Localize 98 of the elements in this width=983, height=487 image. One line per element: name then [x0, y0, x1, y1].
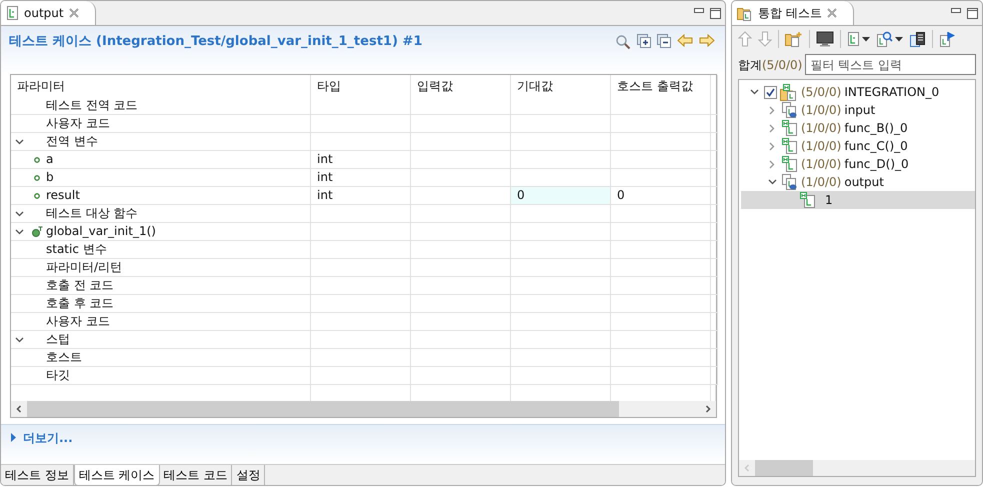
tree-row[interactable]: 테스트 대상 함수 — [11, 205, 311, 223]
tree-row[interactable]: 사용자 코드 — [11, 313, 311, 331]
expand-all-icon[interactable] — [637, 34, 651, 48]
monitor-button[interactable] — [816, 31, 834, 47]
up-arrow-icon — [738, 31, 752, 47]
column-header[interactable]: 파라미터 — [11, 75, 311, 97]
close-icon[interactable] — [68, 8, 79, 18]
maximize-icon[interactable] — [710, 8, 721, 18]
variable-icon — [34, 192, 40, 198]
chevron-down-icon[interactable] — [14, 210, 24, 216]
tree-row[interactable]: 호스트 — [11, 349, 311, 367]
run-button[interactable] — [939, 31, 956, 47]
chevron-down-icon[interactable] — [14, 336, 24, 342]
chevron-right-icon[interactable] — [769, 124, 775, 132]
variable-icon — [34, 174, 40, 180]
chevron-down-icon[interactable] — [768, 179, 776, 185]
tree-item[interactable]: (1/0/0) func_C()_0 — [741, 137, 975, 155]
variable-icon — [34, 156, 40, 162]
more-link[interactable]: 더보기... — [23, 429, 73, 447]
tree-item[interactable]: (5/0/0) INTEGRATION_0 — [741, 83, 975, 101]
tree-row[interactable]: static 변수 — [11, 241, 311, 259]
tree-row[interactable]: global_var_init_1() — [11, 223, 311, 241]
tree-item[interactable]: (1/0/0) func_D()_0 — [741, 155, 975, 173]
triangle-right-icon[interactable] — [11, 433, 17, 442]
tree-row[interactable]: 호출 후 코드 — [11, 295, 311, 313]
chevron-down-icon[interactable] — [14, 228, 24, 234]
chevron-right-icon[interactable] — [769, 160, 775, 168]
tree-item[interactable]: (1/0/0) func_B()_0 — [741, 119, 975, 137]
new-folder-button[interactable] — [785, 31, 803, 47]
tree-item[interactable]: (1/0/0) output — [741, 173, 975, 191]
maximize-icon[interactable] — [967, 8, 978, 18]
function-icon — [30, 226, 42, 237]
list-button[interactable] — [909, 31, 926, 47]
column-header[interactable]: 타입 — [311, 75, 411, 97]
tree-item[interactable]: (1/0/0) input — [741, 101, 975, 119]
table-cell: int — [311, 187, 411, 205]
folder-icon — [737, 5, 753, 21]
document-search-icon — [876, 31, 893, 47]
back-arrow-icon[interactable] — [677, 34, 693, 47]
filter-field[interactable]: 필터 텍스트 입력 — [805, 54, 976, 75]
test-case-icon — [800, 192, 816, 208]
scroll-thumb[interactable] — [27, 401, 619, 417]
document-stack-icon — [782, 156, 798, 172]
chevron-right-icon[interactable] — [769, 142, 775, 150]
file-menu-button[interactable] — [847, 31, 870, 47]
tree-row[interactable]: 호출 전 코드 — [11, 277, 311, 295]
chevron-right-icon[interactable] — [769, 106, 775, 114]
document-stack-icon — [782, 174, 798, 190]
view-tab[interactable]: 통합 테스트 — [732, 1, 854, 25]
caret-icon — [862, 36, 870, 42]
tree-row[interactable]: 사용자 코드 — [11, 115, 311, 133]
scroll-thumb[interactable] — [755, 460, 813, 476]
search-icon[interactable] — [615, 34, 631, 50]
close-icon[interactable] — [826, 8, 837, 18]
document-stack-icon — [782, 138, 798, 154]
tree-row[interactable]: 전역 변수 — [11, 133, 311, 151]
editor-title: 테스트 케이스 (Integration_Test/global_var_init_1_test1) #1 — [9, 33, 422, 51]
tree-row[interactable]: 스텁 — [11, 331, 311, 349]
table-cell: 0 — [611, 187, 711, 205]
folder-icon — [785, 31, 803, 47]
tree-item[interactable]: 1 — [741, 191, 975, 209]
search-menu-button[interactable] — [876, 31, 903, 47]
caret-icon — [895, 36, 903, 42]
column-header[interactable]: 입력값 — [411, 75, 511, 97]
tree-row[interactable]: 타깃 — [11, 367, 311, 385]
file-icon — [6, 5, 19, 21]
tree-row[interactable]: result — [11, 187, 311, 205]
summary-label: 합계 — [738, 56, 762, 74]
chevron-down-icon[interactable] — [14, 138, 24, 144]
checked-checkbox[interactable] — [764, 86, 777, 98]
column-header[interactable]: 기대값 — [511, 75, 611, 97]
column-header[interactable]: 호스트 출력값 — [611, 75, 711, 97]
table-cell: 0 — [511, 187, 611, 205]
forward-arrow-icon[interactable] — [699, 34, 715, 47]
file-icon — [847, 31, 860, 47]
summary-count: (5/0/0) — [762, 56, 802, 74]
collapse-all-icon[interactable] — [657, 34, 671, 48]
table-cell: int — [311, 151, 411, 169]
editor-tab[interactable]: 테스트 정보 — [1, 465, 74, 485]
editor-tab[interactable]: 테스트 케이스 — [74, 465, 160, 485]
down-arrow-icon — [758, 31, 772, 47]
minimize-icon[interactable] — [951, 8, 961, 14]
document-stack-icon — [782, 120, 798, 136]
tree-row[interactable]: b — [11, 169, 311, 187]
horizontal-scrollbar[interactable] — [11, 401, 716, 417]
chevron-down-icon[interactable] — [750, 89, 758, 95]
flag-icon — [939, 31, 956, 47]
tree-row[interactable]: 파라미터/리턴 — [11, 259, 311, 277]
minimize-icon[interactable] — [694, 8, 704, 14]
tree-row[interactable]: a — [11, 151, 311, 169]
document-stack-icon — [782, 102, 798, 118]
monitor-icon — [816, 31, 834, 47]
table-cell: int — [311, 169, 411, 187]
tree-row[interactable]: 테스트 전역 코드 — [11, 97, 311, 115]
document-list-icon — [909, 31, 926, 47]
folder-icon — [780, 84, 798, 100]
horizontal-scrollbar[interactable] — [739, 460, 975, 476]
editor-tab[interactable]: output — [1, 1, 96, 25]
